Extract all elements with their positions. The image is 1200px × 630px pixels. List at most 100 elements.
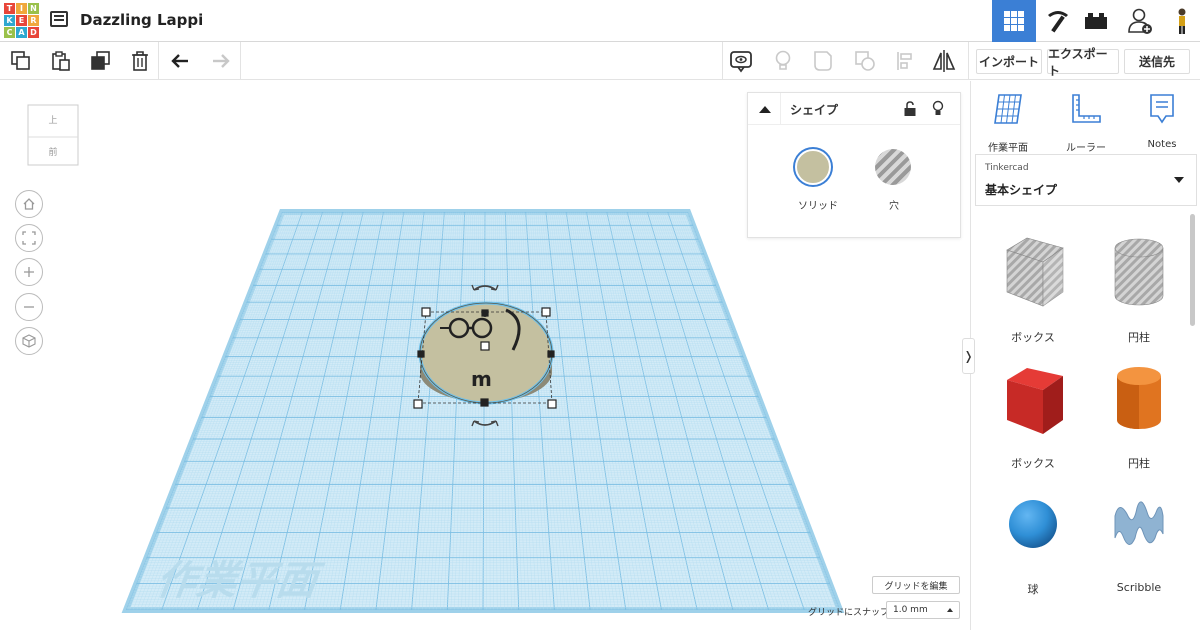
lock-icon[interactable] bbox=[903, 101, 917, 117]
hole-swatch[interactable] bbox=[875, 149, 911, 185]
logo-letter: R bbox=[28, 15, 39, 26]
logo-letter: E bbox=[16, 15, 27, 26]
home-view-button[interactable] bbox=[15, 190, 43, 218]
redo-button[interactable] bbox=[207, 48, 233, 74]
workplane-watermark: 作業平面 bbox=[154, 558, 327, 604]
shape-box[interactable]: ボックス bbox=[981, 352, 1085, 472]
box-shape-icon bbox=[1007, 368, 1063, 434]
project-list-icon[interactable] bbox=[50, 11, 68, 27]
show-hidden-button[interactable] bbox=[770, 48, 796, 74]
snap-grid-value: 1.0 mm bbox=[893, 605, 928, 615]
logo-letter: T bbox=[4, 3, 15, 14]
lightbulb-icon bbox=[775, 50, 791, 70]
chevron-down-icon bbox=[1174, 177, 1184, 183]
bricks-view-button[interactable] bbox=[1074, 0, 1118, 42]
shape-label: ボックス bbox=[1011, 331, 1055, 344]
logo-letter: N bbox=[28, 3, 39, 14]
paste-icon bbox=[52, 51, 70, 71]
group-button[interactable] bbox=[810, 48, 836, 74]
snap-grid-select[interactable]: 1.0 mm bbox=[886, 601, 960, 619]
perspective-button[interactable] bbox=[15, 327, 43, 355]
logo-letter: C bbox=[4, 27, 15, 38]
selected-disc-object[interactable]: m bbox=[417, 301, 554, 405]
trash-icon bbox=[132, 51, 148, 71]
tinkercad-logo[interactable]: TIN KER CAD bbox=[4, 3, 39, 39]
logo-letter: A bbox=[16, 27, 27, 38]
mirror-button[interactable] bbox=[931, 48, 957, 74]
snap-grid-label: グリッドにスナップ bbox=[808, 608, 890, 618]
ungroup-button[interactable] bbox=[852, 48, 878, 74]
grid-view-icon bbox=[1004, 11, 1024, 31]
cylinder-shape-icon bbox=[1117, 367, 1161, 429]
project-title[interactable]: Dazzling Lappi bbox=[80, 11, 203, 29]
pickaxe-icon bbox=[1048, 11, 1068, 33]
shape-cylinder[interactable]: 円柱 bbox=[1087, 352, 1191, 472]
library-name: 基本シェイプ bbox=[985, 183, 1058, 197]
inspector-title: シェイプ bbox=[790, 103, 839, 117]
lightbulb-icon[interactable] bbox=[931, 100, 945, 117]
shapes-panel: 作業平面 ルーラー Notes Tinkercad 基本シェイプ ボックス 円柱… bbox=[970, 81, 1200, 630]
shape-inspector: シェイプ ソリッド 穴 bbox=[747, 92, 961, 238]
ungroup-icon bbox=[855, 51, 875, 71]
note-icon bbox=[1150, 94, 1174, 124]
shape-label: 球 bbox=[1027, 583, 1039, 596]
toolbar-divider bbox=[158, 42, 159, 80]
view-cube-front[interactable]: 前 bbox=[48, 146, 57, 158]
ruler-tool[interactable]: ルーラー bbox=[1053, 91, 1119, 154]
duplicate-icon bbox=[91, 51, 110, 70]
speech-eye-icon bbox=[730, 51, 752, 73]
add-user-button[interactable] bbox=[1118, 0, 1162, 42]
notes-tool[interactable]: Notes bbox=[1129, 91, 1195, 151]
shape-box-hole[interactable]: ボックス bbox=[981, 226, 1085, 346]
workplane-tool-label: 作業平面 bbox=[988, 143, 1028, 154]
copy-button[interactable] bbox=[8, 48, 34, 74]
cube-icon bbox=[22, 334, 36, 348]
shape-label: 円柱 bbox=[1128, 457, 1150, 470]
avatar-figure-icon bbox=[1178, 8, 1186, 34]
shape-sphere[interactable]: 球 bbox=[981, 478, 1085, 598]
send-to-button[interactable]: 送信先 bbox=[1124, 49, 1190, 74]
redo-arrow-icon bbox=[213, 54, 230, 68]
box-hole-shape-icon bbox=[1006, 237, 1064, 307]
undo-button[interactable] bbox=[168, 48, 194, 74]
collapse-panel-button[interactable]: ❭ bbox=[962, 338, 975, 374]
zoom-in-button[interactable] bbox=[15, 258, 43, 286]
duplicate-button[interactable] bbox=[88, 48, 114, 74]
solid-swatch[interactable] bbox=[795, 149, 831, 185]
solid-label: ソリッド bbox=[798, 201, 838, 212]
workplane-tool[interactable]: 作業平面 bbox=[975, 91, 1041, 154]
library-source: Tinkercad bbox=[985, 163, 1029, 173]
align-button[interactable] bbox=[893, 48, 919, 74]
notes-toggle-button[interactable] bbox=[728, 48, 754, 74]
logo-letter: K bbox=[4, 15, 15, 26]
user-avatar[interactable] bbox=[1160, 0, 1200, 42]
mirror-icon bbox=[932, 50, 956, 72]
import-button[interactable]: インポート bbox=[976, 49, 1042, 74]
shape-label: Scribble bbox=[1116, 581, 1162, 594]
paste-button[interactable] bbox=[48, 48, 74, 74]
edit-grid-button[interactable]: グリッドを編集 bbox=[872, 576, 960, 594]
home-icon bbox=[23, 198, 35, 210]
hole-label: 穴 bbox=[889, 201, 899, 212]
shape-library-dropdown[interactable]: Tinkercad 基本シェイプ bbox=[975, 154, 1197, 206]
view-cube[interactable]: 上 前 bbox=[24, 103, 82, 169]
shape-cylinder-hole[interactable]: 円柱 bbox=[1087, 226, 1191, 346]
shape-scribble[interactable]: Scribble bbox=[1087, 478, 1191, 598]
toolbar-divider bbox=[240, 42, 241, 80]
scribble-shape-icon bbox=[1114, 501, 1164, 545]
export-button[interactable]: エクスポート bbox=[1047, 47, 1119, 78]
ruler-tool-label: ルーラー bbox=[1066, 143, 1106, 154]
shape-label: 円柱 bbox=[1128, 331, 1150, 344]
view-cube-top[interactable]: 上 bbox=[48, 115, 57, 126]
delete-button[interactable] bbox=[127, 48, 153, 74]
copy-icon bbox=[11, 51, 30, 70]
toolbar-divider bbox=[722, 42, 723, 80]
fit-all-icon bbox=[22, 231, 36, 245]
collapse-caret-icon[interactable] bbox=[758, 104, 772, 114]
logo-letter: I bbox=[16, 3, 27, 14]
zoom-out-button[interactable] bbox=[15, 293, 43, 321]
3d-design-view-button[interactable] bbox=[992, 0, 1036, 42]
add-user-icon bbox=[1128, 8, 1152, 34]
notes-tool-label: Notes bbox=[1147, 139, 1177, 150]
fit-view-button[interactable] bbox=[15, 224, 43, 252]
